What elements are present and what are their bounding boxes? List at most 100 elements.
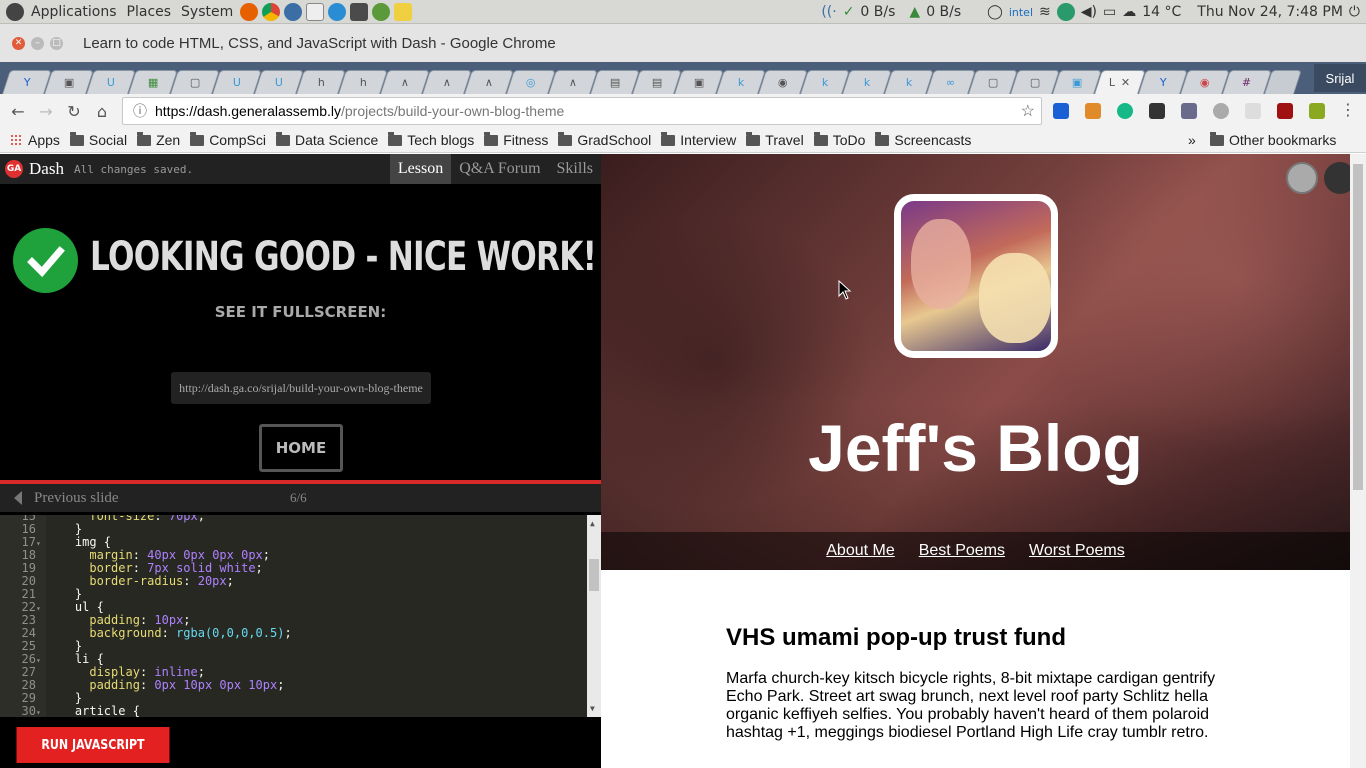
profile-button[interactable]: Srijal	[1314, 64, 1366, 92]
code-line[interactable]: 15 font-size: 70px;	[0, 515, 586, 523]
home-button[interactable]: HOME	[259, 424, 343, 472]
bookmark-folder[interactable]: ToDo	[813, 131, 865, 148]
code-line[interactable]: 30▾ article {	[0, 705, 586, 718]
bookmark-folder[interactable]: Interview	[661, 131, 736, 148]
bookmark-folder[interactable]: Fitness	[484, 131, 548, 148]
tab-skills[interactable]: Skills	[549, 154, 601, 184]
lightbulb-icon[interactable]: ◯	[987, 4, 1003, 20]
code-text: }	[74, 639, 83, 653]
css-property: border-radius	[89, 574, 184, 588]
firefox-icon[interactable]	[240, 2, 259, 21]
colon: :	[161, 626, 177, 640]
nav-about-me[interactable]: About Me	[814, 542, 906, 560]
css-value: rgba(0,0,0,0.5)	[176, 626, 285, 640]
fold-marker[interactable]: ▾	[36, 706, 46, 717]
bookmark-folder[interactable]: Zen	[137, 131, 180, 148]
clock[interactable]: Thu Nov 24, 7:48 PM	[1197, 4, 1343, 20]
close-tab-icon[interactable]: ✕	[1121, 76, 1130, 89]
extension-icon[interactable]	[1181, 103, 1197, 119]
run-javascript-button[interactable]: RUN JAVASCRIPT	[16, 727, 170, 763]
preview-scroll-thumb[interactable]	[1353, 164, 1363, 490]
previous-slide-button[interactable]: Previous slide	[34, 490, 119, 507]
scroll-down-icon[interactable]: ▼	[590, 702, 595, 715]
maximize-window-icon[interactable]: □	[50, 36, 63, 50]
system-menu[interactable]: System	[176, 4, 238, 20]
home-icon[interactable]: ⌂	[88, 102, 116, 121]
other-bookmarks[interactable]: Other bookmarks	[1210, 131, 1336, 148]
code-line[interactable]: 28 padding: 0px 10px 0px 10px;	[0, 679, 586, 692]
preview-scrollbar[interactable]	[1350, 154, 1366, 768]
nav-worst-poems[interactable]: Worst Poems	[1017, 542, 1137, 560]
applications-menu[interactable]: Applications	[26, 4, 122, 20]
code-line[interactable]: 20 border-radius: 20px;	[0, 575, 586, 588]
new-tab-button[interactable]	[1264, 70, 1302, 94]
see-fullscreen-label: SEE IT FULLSCREEN:	[214, 303, 387, 321]
chrome-menu-icon[interactable]: ⋮	[1334, 100, 1362, 119]
address-bar[interactable]: ⓘ https://dash.generalassemb.ly/projects…	[122, 97, 1042, 125]
tab-lesson[interactable]: Lesson	[389, 154, 452, 184]
wifi-signal-icon[interactable]: ((·	[821, 4, 836, 20]
nav-best-poems[interactable]: Best Poems	[907, 542, 1017, 560]
fullscreen-url-field[interactable]: http://dash.ga.co/srijal/build-your-own-…	[171, 372, 431, 404]
ubuntu-logo-icon[interactable]	[6, 2, 24, 21]
skype-icon[interactable]	[328, 2, 347, 21]
grammarly-icon[interactable]	[1117, 103, 1133, 119]
apps-grid-icon	[10, 134, 22, 146]
extension-icon[interactable]	[1309, 103, 1325, 119]
editor-scroll-thumb[interactable]	[589, 559, 599, 591]
sublime-icon[interactable]	[350, 2, 369, 21]
bookmark-folder[interactable]: CompSci	[190, 131, 266, 148]
bookmark-folder[interactable]: Social	[69, 131, 127, 148]
power-icon[interactable]: ⏻	[1349, 4, 1360, 20]
bookmark-folder[interactable]: Data Science	[275, 131, 378, 148]
bookmarks-overflow-button[interactable]: »	[1188, 132, 1196, 148]
bookmark-apps[interactable]: Apps	[10, 132, 60, 148]
weather-icon[interactable]: ☁	[1122, 4, 1136, 20]
chrome-icon[interactable]	[262, 2, 281, 21]
reload-icon[interactable]: ↻	[60, 102, 88, 121]
extension-icon[interactable]	[1245, 103, 1261, 119]
bookmark-folder[interactable]: GradSchool	[558, 131, 651, 148]
network-app-icon[interactable]	[284, 2, 303, 21]
wifi-icon[interactable]: ≋	[1039, 4, 1051, 20]
extension-icon[interactable]	[1085, 103, 1101, 119]
extension-icon[interactable]	[1053, 103, 1069, 119]
notes-icon[interactable]	[394, 2, 413, 21]
css-property: margin	[89, 548, 133, 562]
folder-icon	[484, 131, 499, 146]
intel-icon[interactable]: intel	[1009, 6, 1033, 19]
extension-icon[interactable]	[1213, 103, 1229, 119]
close-window-icon[interactable]: ✕	[12, 36, 25, 50]
code-line[interactable]: 24 background: rgba(0,0,0,0.5);	[0, 627, 586, 640]
previous-arrow-icon[interactable]	[14, 491, 22, 505]
volume-icon[interactable]: ◀)	[1081, 4, 1097, 20]
places-menu[interactable]: Places	[122, 4, 177, 20]
forward-icon[interactable]: →	[32, 102, 60, 121]
battery-icon[interactable]: ▭	[1103, 4, 1116, 20]
tab-qa-forum[interactable]: Q&A Forum	[451, 154, 548, 184]
css-value: 0px 10px 0px 10px	[154, 678, 278, 692]
editor-scrollbar[interactable]: ▲ ▼	[587, 515, 601, 717]
ublock-icon[interactable]	[1277, 103, 1293, 119]
torrent-icon[interactable]	[372, 2, 391, 21]
info-icon[interactable]: ⓘ	[133, 101, 147, 121]
code-editor[interactable]: 15 font-size: 70px; 16 } 17▾ img {18 margi…	[0, 515, 601, 717]
desktop-view-icon[interactable]	[1286, 162, 1318, 194]
text-editor-icon[interactable]	[306, 2, 325, 21]
bookmark-star-icon[interactable]: ☆	[1021, 101, 1035, 121]
dash-brand[interactable]: Dash	[29, 159, 64, 179]
folder-icon	[190, 131, 205, 146]
back-icon[interactable]: ←	[4, 102, 32, 121]
url-host: https://dash.generalassemb.ly	[155, 103, 341, 119]
extension-icon[interactable]	[1149, 103, 1165, 119]
vpn-icon[interactable]	[1056, 3, 1075, 21]
scroll-up-icon[interactable]: ▲	[590, 517, 595, 530]
minimize-window-icon[interactable]: –	[31, 36, 44, 50]
ga-logo[interactable]: GA	[5, 160, 23, 178]
folder-icon	[813, 131, 828, 146]
bookmark-folder[interactable]: Travel	[746, 131, 804, 148]
bookmark-folder[interactable]: Screencasts	[875, 131, 971, 148]
bookmark-folder[interactable]: Tech blogs	[388, 131, 474, 148]
